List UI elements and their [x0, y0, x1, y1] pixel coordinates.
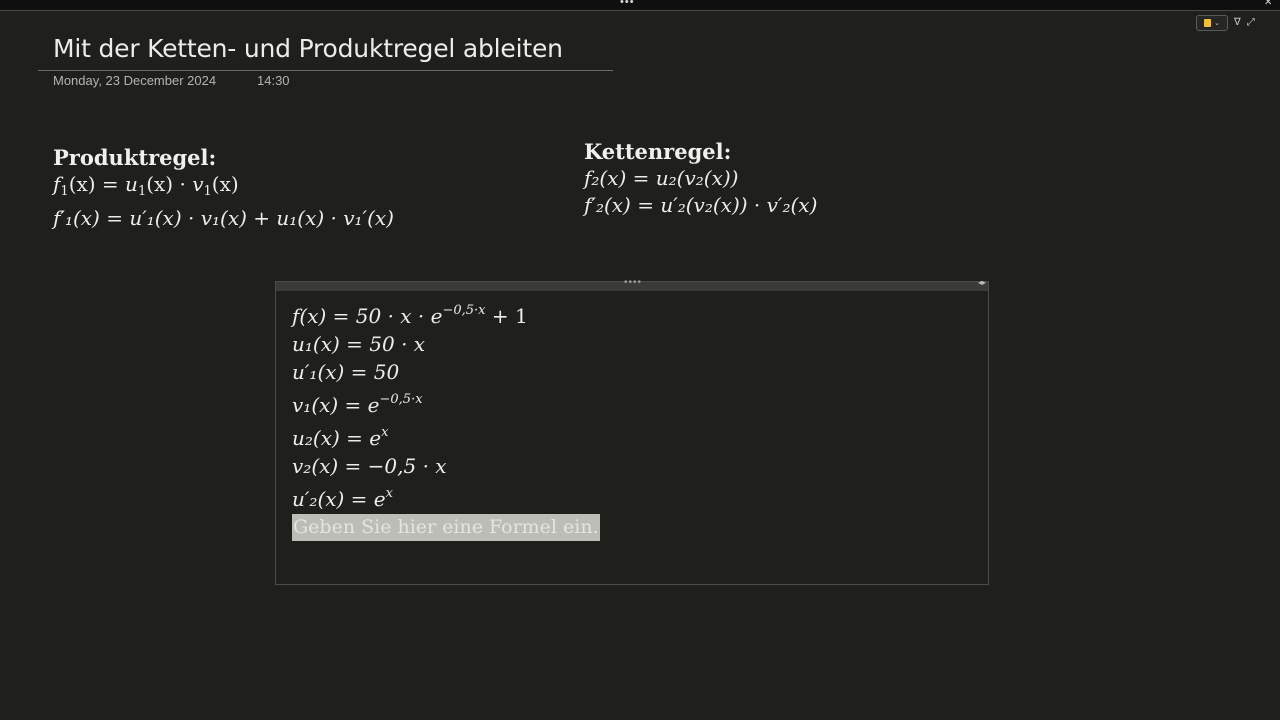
window-drag-handle[interactable]: •••: [620, 0, 635, 8]
container-resize-icon[interactable]: ◂▸: [978, 278, 986, 287]
page-toolbar: ⌄ ∇ ⤢: [1196, 15, 1255, 31]
kettenregel-formula-2: f′₂(x) = u′₂(v₂(x)) · v′₂(x): [584, 193, 818, 217]
produktregel-formula-2: f′₁(x) = u′₁(x) · v₁(x) + u₁(x) · v₁′(x): [53, 206, 394, 230]
chevron-down-icon: ⌄: [1214, 20, 1220, 27]
container-move-handle[interactable]: ••••: [624, 277, 642, 288]
expand-icon[interactable]: ⤢: [1247, 16, 1255, 30]
equation-line[interactable]: u′₁(x) = 50: [292, 358, 600, 386]
notebook-color-button[interactable]: ⌄: [1196, 15, 1228, 31]
title-divider: [38, 70, 613, 71]
page-time: 14:30: [257, 73, 290, 88]
window-top-bar: ••• ✕: [0, 0, 1280, 11]
formula-input-placeholder[interactable]: Geben Sie hier eine Formel ein.: [292, 514, 600, 541]
produktregel-heading: Produktregel:: [53, 145, 217, 170]
close-icon[interactable]: ✕: [1264, 0, 1272, 8]
equation-line[interactable]: u′₂(x) = ex: [292, 480, 600, 513]
kettenregel-formula-1: f₂(x) = u₂(v₂(x)): [584, 166, 739, 190]
equation-list: f(x) = 50 · x · e−0,5·x + 1 u₁(x) = 50 ·…: [292, 297, 600, 541]
page-date: Monday, 23 December 2024: [53, 73, 217, 88]
equation-line[interactable]: u₁(x) = 50 · x: [292, 330, 600, 358]
produktregel-formula-1: f1(x) = u1(x) · v1(x): [53, 172, 239, 199]
equation-line[interactable]: u₂(x) = ex: [292, 419, 600, 452]
filter-icon[interactable]: ∇: [1234, 16, 1241, 30]
kettenregel-block[interactable]: Kettenregel: f₂(x) = u₂(v₂(x)) f′₂(x) = …: [584, 139, 817, 219]
produktregel-block[interactable]: Produktregel: f1(x) = u1(x) · v1(x) f′₁(…: [53, 145, 394, 232]
equation-line[interactable]: v₁(x) = e−0,5·x: [292, 386, 600, 419]
kettenregel-heading: Kettenregel:: [584, 139, 732, 164]
equation-line[interactable]: f(x) = 50 · x · e−0,5·x + 1: [292, 297, 600, 330]
equation-line[interactable]: v₂(x) = −0,5 · x: [292, 452, 600, 480]
notebook-icon: [1204, 19, 1212, 27]
page-title[interactable]: Mit der Ketten- und Produktregel ableite…: [53, 34, 563, 63]
container-drag-bar[interactable]: •••• ◂▸: [276, 277, 988, 291]
note-container[interactable]: •••• ◂▸ f(x) = 50 · x · e−0,5·x + 1 u₁(x…: [275, 277, 989, 585]
